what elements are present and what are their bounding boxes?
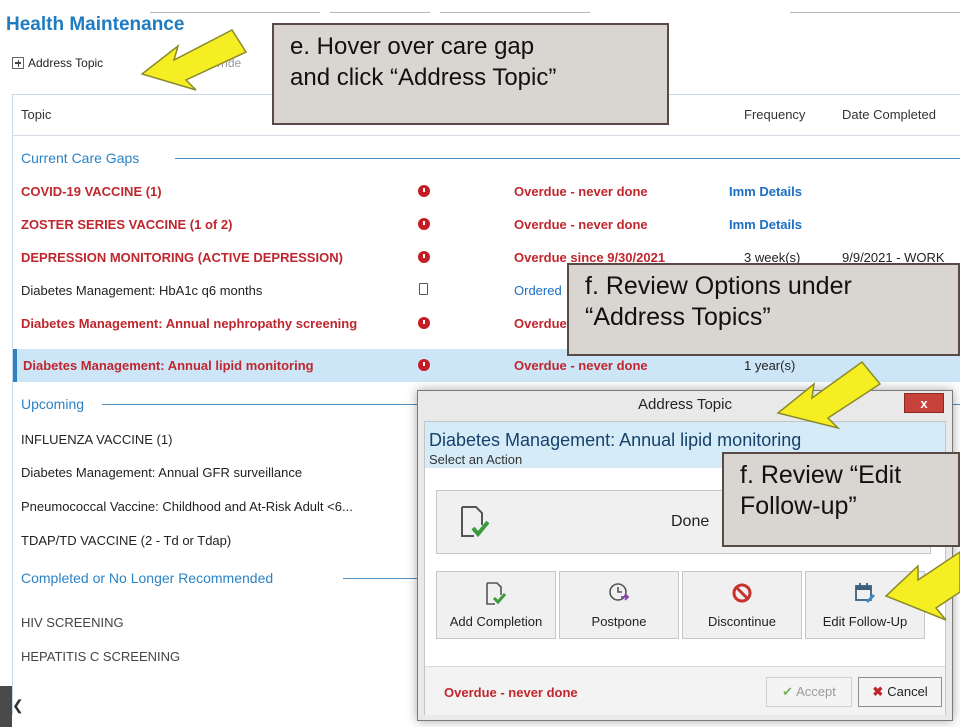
annotation-arrows: [140, 29, 960, 621]
yellow-arrow-icon: [776, 360, 882, 430]
yellow-arrow-icon: [140, 29, 248, 91]
yellow-arrow-icon: [884, 551, 960, 621]
